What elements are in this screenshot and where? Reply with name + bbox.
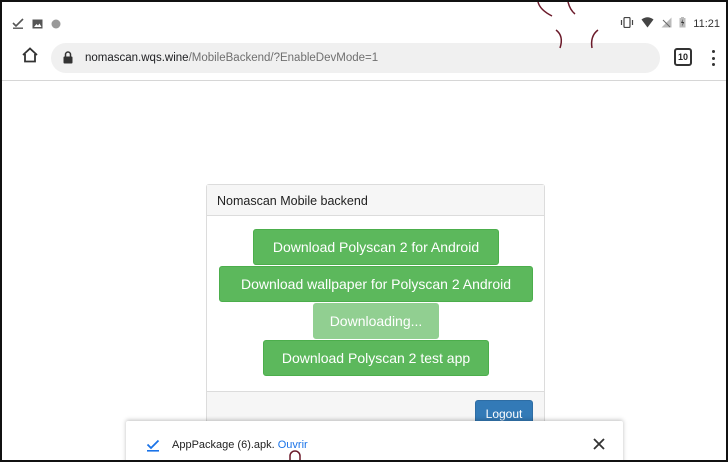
downloading-button: Downloading... bbox=[313, 303, 439, 339]
dot-icon bbox=[51, 16, 61, 34]
browser-toolbar: nomascan.wqs.wine/MobileBackend/?EnableD… bbox=[2, 35, 726, 81]
download-file-name: AppPackage (6).apk. bbox=[172, 439, 275, 451]
lock-icon bbox=[63, 51, 75, 65]
download-polyscan-android-button[interactable]: Download Polyscan 2 for Android bbox=[253, 229, 499, 265]
wifi-icon bbox=[641, 17, 654, 31]
battery-icon bbox=[679, 17, 686, 31]
status-bar: 11:21 bbox=[2, 2, 726, 32]
image-icon bbox=[32, 16, 43, 34]
tab-switcher-button[interactable]: 10 bbox=[674, 48, 692, 66]
backend-panel: Nomascan Mobile backend Download Polysca… bbox=[206, 184, 545, 434]
download-test-app-button[interactable]: Download Polyscan 2 test app bbox=[263, 340, 489, 376]
address-bar[interactable]: nomascan.wqs.wine/MobileBackend/?EnableD… bbox=[51, 43, 660, 73]
url-path: /MobileBackend/?EnableDevMode=1 bbox=[188, 52, 379, 64]
signal-icon bbox=[661, 17, 672, 31]
download-message: AppPackage (6).apk. Ouvrir bbox=[172, 439, 308, 451]
vibrate-icon bbox=[620, 16, 634, 31]
download-snackbar: AppPackage (6).apk. Ouvrir bbox=[126, 421, 623, 460]
download-done-icon bbox=[12, 16, 24, 34]
status-time: 11:21 bbox=[693, 18, 720, 30]
home-button[interactable] bbox=[18, 45, 42, 69]
overflow-menu-button[interactable] bbox=[709, 48, 717, 68]
open-download-link[interactable]: Ouvrir bbox=[278, 439, 308, 451]
panel-body: Download Polyscan 2 for Android Download… bbox=[207, 216, 544, 391]
close-icon[interactable] bbox=[592, 437, 606, 451]
device-screen: 11:21 nomascan.wqs.wine/MobileBackend/?E… bbox=[0, 0, 728, 462]
download-wallpaper-button[interactable]: Download wallpaper for Polyscan 2 Androi… bbox=[219, 266, 533, 302]
download-complete-icon bbox=[146, 438, 160, 452]
panel-title: Nomascan Mobile backend bbox=[207, 185, 544, 216]
url-host: nomascan.wqs.wine bbox=[85, 52, 189, 64]
home-icon bbox=[21, 46, 39, 69]
